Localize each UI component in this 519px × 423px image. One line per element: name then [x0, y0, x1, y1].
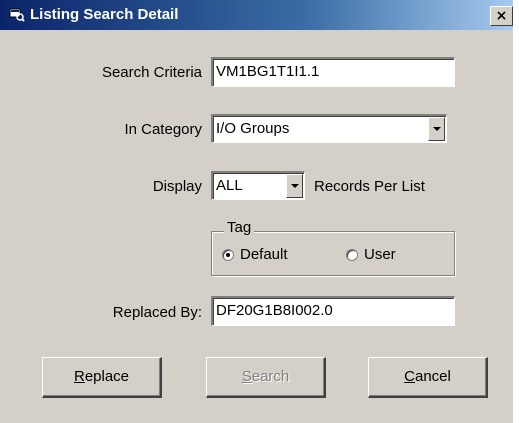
search-label-rest: earch — [251, 368, 290, 385]
replace-label-rest: eplace — [84, 368, 130, 385]
user-radio[interactable] — [346, 249, 358, 261]
search-mnemonic: S — [241, 368, 252, 385]
default-radio-label[interactable]: Default — [240, 246, 288, 263]
display-label: Display — [152, 178, 202, 195]
default-radio[interactable] — [222, 249, 234, 261]
replace-button[interactable]: Replace — [42, 357, 162, 398]
tag-group-label: Tag — [224, 219, 255, 236]
window-app-icon — [9, 8, 25, 22]
chevron-down-icon — [433, 127, 441, 131]
user-radio-label[interactable]: User — [364, 246, 396, 263]
cancel-label-rest: ancel — [414, 368, 451, 385]
window-title: Listing Search Detail — [30, 6, 179, 23]
search-criteria-label: Search Criteria — [101, 64, 202, 81]
close-button[interactable]: × — [490, 6, 513, 26]
search-criteria-value: VM1BG1T1I1.1 — [216, 63, 320, 80]
chevron-down-icon — [291, 184, 299, 188]
replace-mnemonic: R — [73, 368, 85, 385]
close-icon: × — [495, 8, 508, 24]
records-per-list-label: Records Per List — [314, 178, 425, 195]
display-select[interactable]: ALL — [211, 171, 305, 200]
search-button[interactable]: Search — [206, 357, 326, 398]
listing-search-detail-dialog: Listing Search Detail × Search Criteria … — [0, 0, 513, 423]
display-dropdown-button[interactable] — [286, 174, 303, 198]
cancel-button[interactable]: Cancel — [368, 357, 488, 398]
replaced-by-value: DF20G1B8I002.0 — [216, 302, 333, 319]
title-bar[interactable]: Listing Search Detail × — [0, 0, 513, 30]
replaced-by-label: Replaced By: — [112, 304, 202, 321]
radio-selected-dot — [226, 253, 230, 257]
in-category-label: In Category — [124, 121, 202, 138]
in-category-dropdown-button[interactable] — [428, 117, 445, 141]
display-value: ALL — [216, 177, 243, 194]
search-criteria-input[interactable]: VM1BG1T1I1.1 — [211, 57, 455, 87]
cancel-mnemonic: C — [404, 368, 415, 385]
in-category-select[interactable]: I/O Groups — [211, 114, 447, 143]
background-margin — [513, 0, 519, 423]
replaced-by-input[interactable]: DF20G1B8I002.0 — [211, 296, 455, 326]
in-category-value: I/O Groups — [216, 120, 290, 137]
